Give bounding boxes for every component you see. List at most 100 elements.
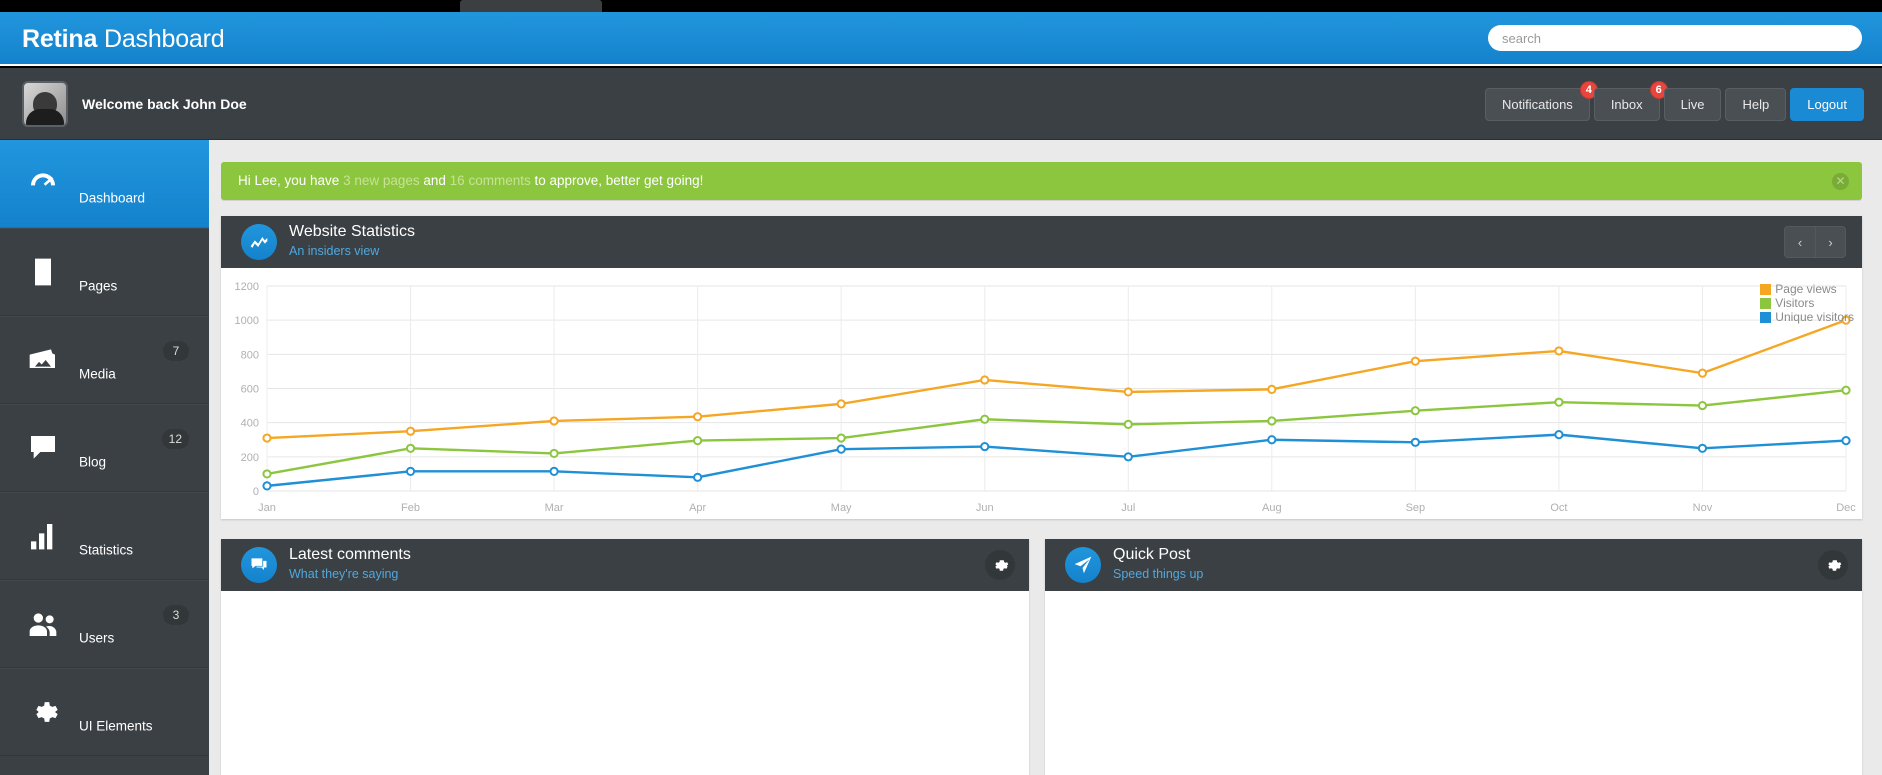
series-line-page-views (265, 318, 1848, 440)
data-point[interactable] (405, 466, 416, 476)
sidebar-item-dashboard[interactable]: Dashboard (0, 140, 209, 228)
bar-chart-icon (26, 519, 60, 553)
search-container (1488, 25, 1862, 51)
alert-comments-count: 16 comments (449, 173, 531, 188)
nav-button-live[interactable]: Live (1663, 88, 1722, 121)
main-content: Hi Lee, you have 3 new pages and 16 comm… (209, 140, 1882, 775)
nav-button-inbox[interactable]: Inbox 6 (1593, 81, 1668, 121)
brand-bold: Retina (22, 25, 98, 53)
nav-button-logout[interactable]: Logout (1790, 88, 1864, 121)
data-point[interactable] (693, 412, 703, 422)
image-icon (26, 343, 60, 377)
data-point[interactable] (1554, 397, 1564, 407)
comments-list (221, 591, 1029, 775)
gear-icon[interactable] (1818, 550, 1848, 580)
data-point[interactable] (836, 433, 846, 443)
search-input[interactable] (1488, 25, 1862, 51)
data-point[interactable] (1123, 387, 1133, 397)
data-point[interactable] (1841, 436, 1851, 446)
data-point[interactable] (1697, 368, 1708, 378)
data-point[interactable] (262, 481, 272, 491)
document-icon (26, 255, 60, 289)
data-point[interactable] (262, 433, 272, 443)
panel-pager: ‹ › (1784, 226, 1846, 258)
legend-item[interactable]: Unique visitors (1760, 310, 1854, 324)
sidebar-item-label: Blog (79, 454, 107, 470)
nav-button-label: Notifications (1502, 97, 1573, 112)
nav-button-help[interactable]: Help (1725, 88, 1787, 121)
data-point[interactable] (693, 472, 703, 482)
data-point[interactable] (1267, 384, 1277, 394)
chart-body: 0 200 400 600 800 1000 1200 Jan Feb Mar Apr May Jun J… (221, 268, 1862, 519)
panel-title-comments: Latest comments (289, 546, 411, 563)
chart-legend: Page views Visitors Unique visitors (1760, 282, 1854, 324)
sidebar-item-badge: 7 (163, 341, 189, 361)
gear-icon (26, 695, 60, 729)
sidebar-item-blog[interactable]: Blog 12 (0, 404, 209, 492)
close-circle-icon[interactable]: ✕ (1832, 173, 1849, 190)
data-point[interactable] (1554, 346, 1564, 356)
data-point[interactable] (1410, 437, 1420, 447)
sidebar-item-pages[interactable]: Pages (0, 228, 209, 316)
data-point[interactable] (1697, 443, 1708, 453)
gear-icon[interactable] (985, 550, 1015, 580)
sidebar-item-users[interactable]: Users 3 (0, 580, 209, 668)
data-point[interactable] (1410, 356, 1420, 366)
x-axis-tick-label: Sep (1406, 502, 1426, 514)
panel-title-quickpost: Quick Post (1113, 546, 1191, 563)
data-point[interactable] (1123, 419, 1133, 429)
panel-header-statistics: Website Statistics An insiders view ‹ › (221, 216, 1862, 268)
data-point[interactable] (836, 399, 846, 409)
data-point[interactable] (980, 375, 990, 385)
data-point[interactable] (1123, 452, 1133, 462)
alert-tail: to approve, better get going! (530, 173, 704, 188)
sidebar-item-media[interactable]: Media 7 (0, 316, 209, 404)
chevron-right-icon[interactable]: › (1815, 226, 1846, 258)
data-point[interactable] (1267, 416, 1277, 426)
data-point[interactable] (405, 426, 416, 436)
browser-tab[interactable] (460, 0, 602, 12)
data-point[interactable] (405, 443, 416, 453)
data-point[interactable] (262, 469, 272, 479)
data-point[interactable] (1697, 400, 1708, 411)
nav-button-notifications[interactable]: Notifications 4 (1485, 81, 1598, 121)
x-axis-tick-label: Nov (1693, 502, 1713, 514)
alert-pages-count: 3 new pages (343, 173, 420, 188)
chevron-left-icon[interactable]: ‹ (1784, 226, 1815, 258)
legend-item[interactable]: Visitors (1760, 296, 1854, 310)
data-point[interactable] (980, 414, 990, 424)
alert-banner: Hi Lee, you have 3 new pages and 16 comm… (221, 162, 1862, 200)
data-point[interactable] (1410, 406, 1420, 416)
avatar[interactable] (22, 81, 68, 127)
user-bar: Welcome back John Doe Notifications 4 Inbo… (0, 68, 1882, 140)
data-point[interactable] (693, 436, 703, 446)
data-point[interactable] (980, 441, 990, 452)
data-point[interactable] (1554, 430, 1564, 440)
y-axis-tick-label: 1000 (235, 315, 259, 327)
alert-mid: and (419, 173, 450, 188)
panel-header-comments: Latest comments What they're saying (221, 539, 1029, 591)
browser-chrome-strip (0, 0, 1882, 12)
x-axis-tick-label: Jun (976, 502, 994, 514)
sidebar-item-label: Pages (79, 278, 118, 294)
data-point[interactable] (549, 466, 559, 476)
panel-subtitle-statistics: An insiders view (289, 244, 380, 258)
x-axis-tick-label: Apr (689, 502, 706, 514)
sidebar-item-ui-elements[interactable]: UI Elements (0, 668, 209, 756)
brand-light: Dashboard (97, 25, 225, 53)
legend-color-swatch (1760, 283, 1772, 295)
y-axis-tick-label: 1200 (235, 281, 259, 293)
sidebar-item-statistics[interactable]: Statistics (0, 492, 209, 580)
data-point[interactable] (549, 448, 559, 459)
data-point[interactable] (836, 444, 846, 454)
data-point[interactable] (549, 416, 559, 426)
nav-button-label: Inbox (1610, 97, 1643, 112)
panel-subtitle-comments: What they're saying (289, 567, 399, 581)
data-point[interactable] (1267, 435, 1277, 445)
line-chart[interactable]: 0 200 400 600 800 1000 1200 Jan Feb Mar Apr May Jun J… (221, 268, 1862, 519)
app-brand: Retina Dashboard (22, 25, 225, 54)
legend-color-swatch (1760, 297, 1772, 309)
data-point[interactable] (1841, 385, 1851, 395)
sidebar-item-label: Dashboard (79, 190, 146, 206)
legend-item[interactable]: Page views (1760, 282, 1854, 296)
